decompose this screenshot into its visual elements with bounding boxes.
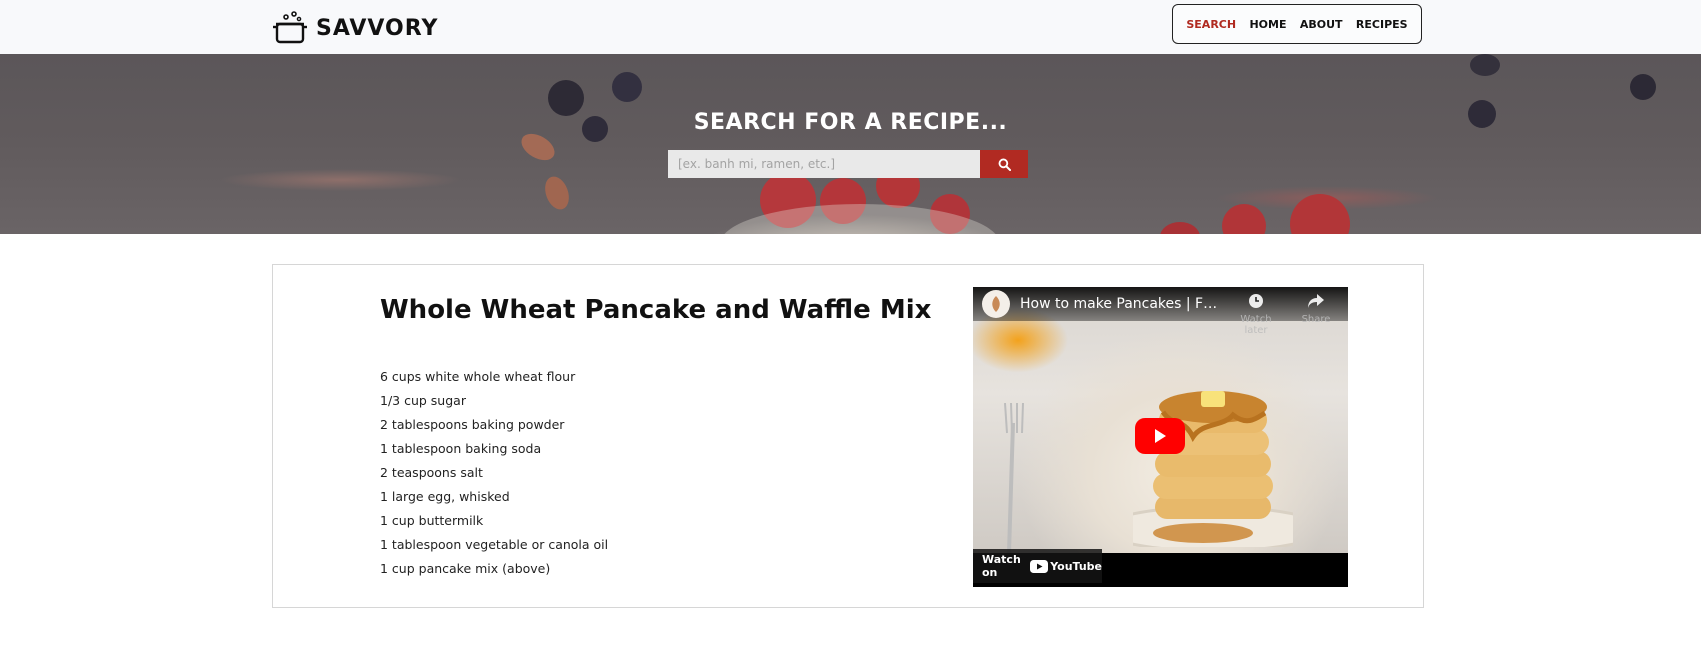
youtube-embed[interactable]: How to make Pancakes | Fluffy ... Watch …	[973, 287, 1348, 587]
decorative-strawberry	[1160, 222, 1200, 234]
nav-link-search[interactable]: SEARCH	[1186, 18, 1236, 31]
nav-link-home[interactable]: HOME	[1249, 18, 1286, 31]
list-item: 2 tablespoons baking powder	[380, 417, 565, 432]
decorative-berry	[1630, 74, 1656, 100]
play-icon	[1155, 429, 1166, 443]
list-item: 6 cups white whole wheat flour	[380, 369, 576, 384]
watch-later-label: Watch later	[1240, 314, 1272, 336]
hero-banner: SEARCH FOR A RECIPE...	[0, 54, 1701, 234]
youtube-logo: YouTube	[1030, 559, 1102, 573]
channel-logo-icon	[992, 296, 1000, 312]
decorative-berry	[612, 72, 642, 102]
search-icon	[998, 158, 1011, 171]
nav-link-recipes[interactable]: RECIPES	[1356, 18, 1408, 31]
site-header: SAVVORY SEARCH HOME ABOUT RECIPES	[0, 0, 1701, 55]
watch-on-youtube-button[interactable]: Watch on YouTube	[973, 549, 1102, 583]
play-button[interactable]	[1135, 418, 1185, 454]
list-item: 1 tablespoon vegetable or canola oil	[380, 537, 609, 552]
platform-label: YouTube	[1050, 559, 1102, 573]
list-item: 2 teaspoons salt	[380, 465, 483, 480]
share-icon	[1308, 294, 1324, 308]
watch-later-button[interactable]: Watch later	[1231, 293, 1281, 336]
video-title[interactable]: How to make Pancakes | Fluffy ...	[1020, 296, 1220, 312]
list-item: 1 cup pancake mix (above)	[380, 561, 551, 576]
decorative-strawberry	[1290, 194, 1350, 234]
share-label: Share	[1301, 314, 1331, 325]
search-button[interactable]	[980, 150, 1028, 178]
decorative-berry	[1470, 54, 1500, 76]
watch-on-label: Watch on	[982, 553, 1021, 579]
channel-avatar[interactable]	[982, 290, 1010, 318]
cooking-pot-icon	[273, 11, 307, 44]
decorative-strawberry	[1222, 204, 1266, 234]
list-item: 1/3 cup sugar	[380, 393, 466, 408]
recipe-title: Whole Wheat Pancake and Waffle Mix	[380, 295, 932, 325]
list-item: 1 large egg, whisked	[380, 489, 510, 504]
recipe-card: Whole Wheat Pancake and Waffle Mix 6 cup…	[272, 264, 1424, 608]
ingredient-list: 6 cups white whole wheat flour 1/3 cup s…	[380, 365, 608, 581]
hero-title: SEARCH FOR A RECIPE...	[693, 110, 1008, 135]
list-item: 1 cup buttermilk	[380, 513, 484, 528]
fork-image	[1004, 403, 1024, 553]
list-item: 1 tablespoon baking soda	[380, 441, 542, 456]
share-button[interactable]: Share	[1291, 293, 1341, 325]
brand[interactable]: SAVVORY	[272, 8, 438, 48]
recipe-search-bar	[668, 150, 1028, 178]
decorative-almond	[540, 173, 574, 213]
clock-icon	[1249, 294, 1263, 308]
nav-link-about[interactable]: ABOUT	[1300, 18, 1343, 31]
brand-name: SAVVORY	[316, 15, 439, 41]
recipe-search-input[interactable]	[668, 150, 980, 178]
main-nav: SEARCH HOME ABOUT RECIPES	[1172, 4, 1422, 44]
youtube-play-icon	[1030, 559, 1049, 573]
